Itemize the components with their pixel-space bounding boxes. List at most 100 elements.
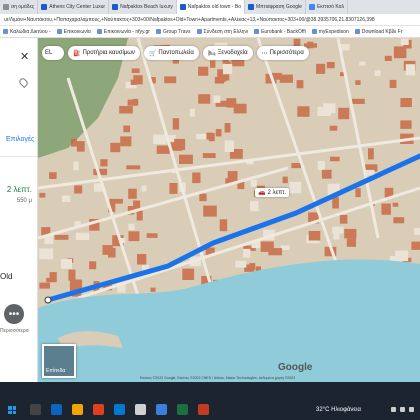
bookmark-item[interactable]: Eurobank - BackOffi — [254, 29, 306, 35]
rooftop — [74, 185, 83, 194]
bookmark-item[interactable]: myExpedison — [311, 28, 349, 35]
rooftop — [400, 98, 412, 108]
rooftop — [199, 193, 207, 202]
rooftop — [110, 142, 121, 153]
tab-favicon-icon — [248, 4, 254, 10]
rooftop — [393, 217, 405, 224]
rooftop — [374, 70, 381, 76]
rooftop — [39, 248, 54, 260]
rooftop — [39, 282, 50, 289]
more-chip-label: Περισσότερα — [269, 50, 304, 56]
system-tray[interactable] — [391, 407, 414, 412]
rooftop — [227, 171, 238, 183]
route-time: 2 λεπτ. — [6, 185, 32, 194]
browser-tab-bar: ση ομάδες Athens City Center Luxur Nafpakt… — [0, 0, 420, 14]
bookmark-label: myExpedison — [318, 28, 349, 35]
rooftop — [202, 153, 216, 158]
rooftop — [384, 55, 392, 61]
language-chip[interactable]: EL — [42, 46, 64, 60]
pinned-apps — [30, 404, 209, 415]
rooftop — [297, 106, 310, 117]
rooftop — [368, 148, 374, 160]
bookmark-item[interactable]: Καλώδια Δικτύου - — [3, 29, 51, 35]
more-button[interactable]: ••• — [4, 304, 24, 324]
route-start-marker[interactable] — [44, 296, 52, 304]
tab-label: ση ομάδες — [11, 4, 35, 10]
rooftop — [351, 98, 365, 104]
rooftop — [198, 66, 209, 76]
rooftop — [355, 80, 361, 85]
bed-icon: 🛏 — [207, 50, 216, 57]
browser-tab[interactable]: Μπτιαφραση Google — [245, 0, 306, 14]
rooftop — [172, 118, 180, 130]
store-icon[interactable] — [114, 404, 125, 415]
rooftop — [203, 205, 217, 217]
directions-sidebar: ✕ Επιλογές 2 λεπτ. 550 μ Old ••• Περισσό… — [0, 38, 38, 382]
rooftop — [126, 165, 141, 170]
more-icon: ⋯ — [261, 50, 268, 57]
rooftop — [49, 172, 57, 179]
rooftop — [179, 154, 193, 164]
chrome-icon[interactable] — [135, 404, 146, 415]
rooftop — [206, 132, 213, 140]
language-chip-label: EL — [45, 50, 53, 56]
folder-icon[interactable] — [72, 404, 83, 415]
rooftop — [71, 138, 77, 147]
rooftop — [233, 103, 247, 114]
app-icon[interactable] — [198, 404, 209, 415]
grocery-chip[interactable]: 🛒 Παντοπωλεία — [143, 46, 199, 60]
close-icon[interactable]: ✕ — [20, 50, 29, 63]
bookmark-icon — [56, 29, 62, 34]
rooftop — [291, 163, 301, 169]
options-link[interactable]: Επιλογές — [6, 136, 34, 143]
browser-tab[interactable]: Nafpaktos Beach luxury — [109, 0, 177, 14]
bookmark-item[interactable]: Σύνδεση στη Ελληνι — [196, 29, 248, 35]
fuel-chip-label: Προτήρια καυσίμων — [82, 50, 135, 56]
rooftop — [250, 179, 257, 187]
rooftop — [182, 268, 195, 280]
fuel-chip[interactable]: ⛽ Προτήρια καυσίμων — [68, 46, 140, 60]
rooftop — [198, 94, 211, 104]
word-icon[interactable] — [156, 404, 167, 415]
route-distance: 550 μ — [16, 198, 32, 204]
start-icon[interactable] — [8, 406, 16, 414]
rooftop — [339, 214, 348, 224]
excel-icon[interactable] — [177, 404, 188, 415]
windows-taskbar: 32°C Ηλιοφάνεια — [0, 382, 420, 420]
weather-widget[interactable]: 32°C Ηλιοφάνεια — [316, 407, 361, 413]
rooftop — [146, 233, 158, 238]
hotels-chip[interactable]: 🛏 Ξενοδοχεία — [202, 46, 253, 60]
bookmark-item[interactable]: Download Κβίλι Fr — [354, 28, 403, 35]
map-canvas[interactable] — [38, 38, 420, 382]
bookmark-label: Download Κβίλι Fr — [361, 28, 403, 35]
browser-tab[interactable]: ση ομάδες — [0, 0, 39, 14]
bookmark-item[interactable]: Επικοινωνία — [56, 29, 91, 35]
firefox-icon[interactable] — [93, 404, 104, 415]
rooftop — [89, 261, 97, 270]
edge-icon[interactable] — [51, 404, 62, 415]
bookmark-icon — [196, 29, 202, 34]
rooftop — [54, 234, 69, 240]
search-icon[interactable] — [30, 404, 41, 415]
place-label: Old — [0, 272, 13, 281]
browser-tab[interactable]: Athens City Center Luxur — [38, 0, 110, 14]
bookmark-label: Καλώδια Δικτύου - — [10, 28, 51, 35]
rooftop — [249, 263, 256, 271]
rooftop — [219, 219, 228, 232]
more-chip[interactable]: ⋯ Περισσότερα — [256, 46, 309, 60]
browser-tab[interactable]: Nafpaktos old town - Bo — [176, 0, 245, 14]
rooftop — [60, 259, 72, 269]
layers-button[interactable]: Επίπεδα — [42, 344, 76, 378]
route-time-callout[interactable]: 🚗 2 λεπτ. — [255, 188, 290, 197]
bookmark-item[interactable]: Group Travs — [155, 29, 191, 35]
bookmark-item[interactable]: Επικοινωνία - nfyy.gr — [96, 29, 150, 35]
rooftop — [120, 136, 132, 147]
tab-label: Athens City Center Luxur — [49, 4, 106, 10]
rooftop — [137, 254, 147, 265]
rooftop — [174, 138, 186, 150]
rooftop — [73, 161, 79, 171]
browser-tab[interactable]: Εκπτσό Καλ — [306, 0, 349, 14]
tab-label: Nafpaktos old town - Bo — [187, 4, 241, 10]
address-bar[interactable]: ur/Λιμάνι+Ναυπάκτου,+Παπαχαραλάμπους,+Να… — [0, 14, 420, 26]
rooftop — [405, 64, 416, 76]
